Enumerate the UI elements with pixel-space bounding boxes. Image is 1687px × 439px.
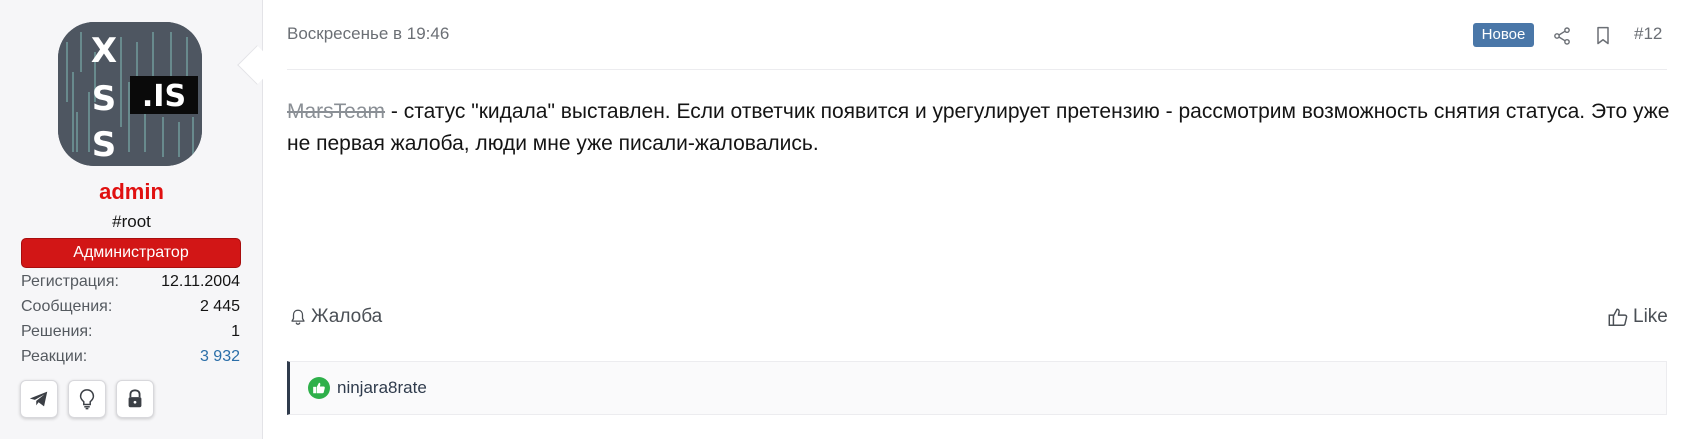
post-number-link[interactable]: #12 — [1634, 24, 1662, 44]
xss-logo: X S S .IS — [58, 22, 202, 166]
post-body: MarsTeam - статус "кидала" выставлен. Ес… — [287, 96, 1677, 160]
header-divider — [287, 69, 1667, 70]
report-label: Жалоба — [311, 306, 383, 327]
user-title: #root — [112, 212, 151, 231]
stat-label: Регистрация: — [21, 273, 119, 290]
bell-icon — [291, 309, 305, 325]
thumbs-up-icon — [1608, 308, 1628, 326]
stat-reactions-link[interactable]: 3 932 — [200, 345, 240, 369]
stat-registration: Регистрация: 12.11.2004 — [21, 270, 240, 294]
new-badge: Новое — [1473, 23, 1534, 47]
svg-text:.IS: .IS — [142, 79, 186, 114]
like-reaction-icon — [308, 377, 330, 399]
user-sidebar: X S S .IS admin #root Администратор Реги… — [0, 0, 263, 439]
post-date-link[interactable]: Воскресенье в 19:46 — [287, 24, 449, 44]
stat-value: 2 445 — [199, 298, 240, 315]
like-label: Like — [1633, 306, 1668, 327]
avatar[interactable]: X S S .IS — [58, 22, 202, 166]
svg-text:S: S — [92, 79, 117, 119]
stat-solutions: Решения: 1 — [21, 320, 240, 344]
role-banner: Администратор — [21, 238, 241, 268]
stat-label: Сообщения: — [21, 298, 113, 315]
lightbulb-button[interactable] — [68, 380, 106, 418]
share-icon — [1554, 27, 1570, 45]
stat-messages: Сообщения: 2 445 — [21, 295, 240, 319]
stat-value: 1 — [231, 323, 240, 340]
stat-reactions: Реакции: 3 932 — [21, 345, 240, 369]
like-button[interactable]: Like — [1607, 306, 1668, 328]
stat-value: 12.11.2004 — [161, 273, 240, 290]
user-mention-link[interactable]: MarsTeam — [287, 100, 385, 123]
bookmark-button[interactable] — [1590, 23, 1616, 49]
telegram-icon — [29, 391, 48, 407]
lightbulb-icon — [79, 389, 95, 410]
thumbs-up-icon — [313, 382, 325, 394]
stat-label: Реакции: — [21, 348, 88, 365]
username-link[interactable]: admin — [0, 179, 263, 205]
lock-button[interactable] — [116, 380, 154, 418]
bookmark-icon — [1597, 26, 1609, 45]
reactions-bar: ninjara8rate — [287, 361, 1667, 415]
share-button[interactable] — [1549, 23, 1575, 49]
reaction-user-link[interactable]: ninjara8rate — [337, 378, 427, 398]
svg-text:X: X — [91, 31, 117, 71]
stat-label: Решения: — [21, 323, 93, 340]
report-button[interactable]: Жалоба — [289, 306, 382, 328]
lock-icon — [128, 389, 142, 408]
post-text: - статус "кидала" выставлен. Если ответч… — [287, 100, 1670, 155]
telegram-button[interactable] — [20, 380, 58, 418]
svg-text:S: S — [92, 125, 117, 165]
